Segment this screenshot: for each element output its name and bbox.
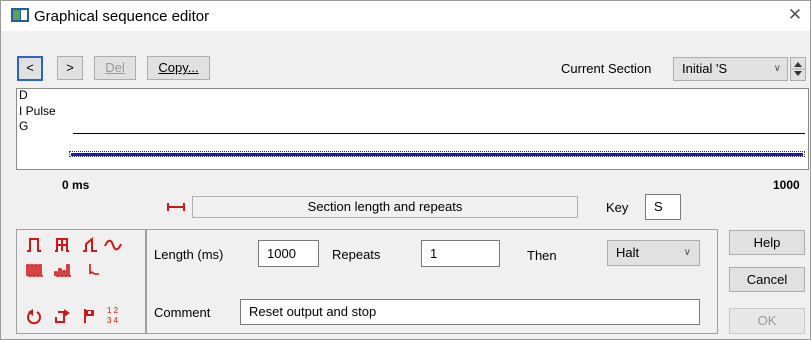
jump-icon[interactable] [54,308,70,324]
repeats-label: Repeats [332,247,381,262]
app-icon [11,8,29,22]
ok-button[interactable]: OK [729,308,805,334]
svg-text:1 2: 1 2 [107,306,119,315]
section-selection-bar[interactable] [69,151,805,157]
pulse-train-icon[interactable] [26,262,44,278]
key-label: Key [606,200,629,215]
marker-flag-icon[interactable] [82,308,98,324]
pulse-icon[interactable] [26,237,42,253]
length-label: Length (ms) [154,247,224,262]
ramp-icon[interactable] [82,236,98,253]
cancel-button[interactable]: Cancel [729,267,805,292]
section-spin-button[interactable] [790,57,806,81]
delete-section-label: Del [105,60,125,75]
length-input[interactable]: 1000 [258,240,319,267]
next-section-button[interactable]: > [57,56,83,80]
multi-pulse-icon[interactable] [54,237,70,253]
channel-label-g: G [19,119,29,133]
help-button[interactable]: Help [729,230,805,255]
current-section-label: Current Section [561,61,652,76]
axis-start-label: 0 ms [62,178,90,192]
comment-input[interactable]: Reset output and stop [240,299,700,325]
chevron-down-icon: ∨ [773,63,781,74]
section-length-bar: Section length and repeats [192,196,578,218]
copy-section-button[interactable]: Copy... [147,56,210,80]
current-section-select[interactable]: Initial 'S ∨ [673,57,788,81]
previous-section-button[interactable]: < [17,56,43,81]
section-length-icon [167,203,185,211]
table-icon[interactable]: 1 2 3 4 [107,305,121,325]
varying-pulse-train-icon[interactable] [54,262,72,278]
copy-section-label: Copy... [158,60,199,75]
comment-label: Comment [154,305,211,320]
then-select[interactable]: Halt ∨ [607,240,700,266]
svg-text:3 4: 3 4 [107,316,119,325]
current-section-value: Initial 'S [682,61,728,76]
then-select-value: Halt [616,245,640,260]
window-title: Graphical sequence editor [34,8,210,25]
repeats-input[interactable]: 1 [421,240,500,267]
step-down-icon[interactable] [84,262,100,278]
channel-label-pulse: I Pulse [19,104,56,118]
sine-icon[interactable] [104,237,122,253]
loop-icon[interactable] [26,308,42,325]
chevron-down-icon: ∨ [683,247,691,258]
axis-end-label: 1000 [773,178,800,192]
section-length-text: Section length and repeats [307,199,463,214]
output-trace-line [73,133,805,134]
then-label: Then [527,248,557,263]
sequence-canvas[interactable]: D I Pulse G [16,88,809,170]
close-icon[interactable]: ✕ [784,5,806,25]
delete-section-button[interactable]: Del [94,56,136,80]
key-input[interactable]: S [645,194,681,220]
channel-label-d: D [19,88,28,102]
